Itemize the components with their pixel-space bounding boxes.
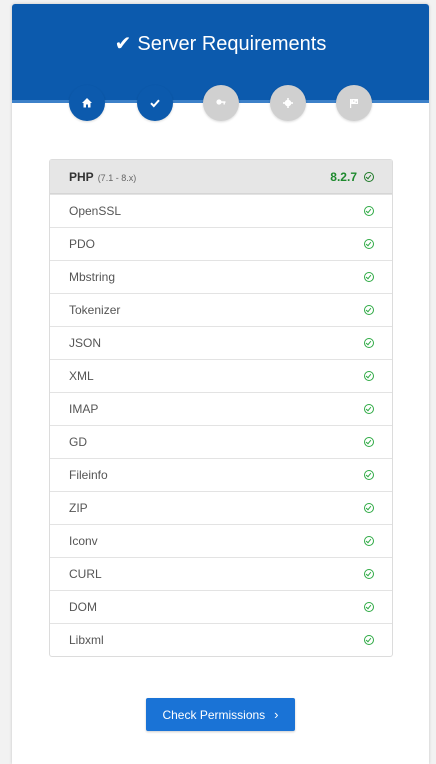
check-circle-icon [364, 171, 374, 182]
step-environment[interactable] [270, 85, 306, 121]
table-row: CURL [50, 557, 392, 590]
php-range: (7.1 - 8.x) [97, 172, 137, 183]
check-icon [150, 99, 160, 108]
extension-name: Tokenizer [69, 303, 121, 317]
table-row: PDO [50, 227, 392, 260]
check-circle-icon [364, 338, 374, 348]
requirements-table: PHP (7.1 - 8.x) 8.2.7 OpenSSL PDO Mbstrin… [49, 159, 393, 657]
gear-icon [283, 98, 293, 108]
extension-name: PDO [69, 237, 96, 251]
home-icon [82, 98, 92, 108]
table-row: Mbstring [50, 260, 392, 293]
step-final[interactable] [336, 85, 372, 121]
extension-name: Mbstring [69, 270, 116, 284]
table-row: ZIP [50, 491, 392, 524]
table-row: Tokenizer [50, 293, 392, 326]
check-circle-icon [364, 272, 374, 282]
extension-name: Libxml [69, 633, 104, 647]
check-circle-icon [364, 437, 374, 447]
installer-card: ✔ Server Requirements PHP (7.1 - 8.x) 8.2.… [12, 4, 429, 764]
extension-name: IMAP [69, 402, 99, 416]
extension-name: CURL [69, 567, 102, 581]
check-circle-icon [364, 206, 374, 216]
check-permissions-label: Check Permissions [162, 707, 266, 722]
table-row: IMAP [50, 392, 392, 425]
check-circle-icon [364, 371, 374, 381]
table-row: Iconv [50, 524, 392, 557]
step-requirements[interactable] [137, 85, 173, 121]
table-row: GD [50, 425, 392, 458]
check-icon: ✔ [114, 33, 132, 55]
extension-name: JSON [69, 336, 102, 350]
check-circle-icon [364, 305, 374, 315]
php-label: PHP [69, 169, 94, 184]
extension-name: OpenSSL [69, 204, 122, 218]
extension-name: GD [69, 435, 87, 449]
table-row: JSON [50, 326, 392, 359]
extension-name: DOM [69, 600, 97, 614]
php-version-status: 8.2.7 [330, 170, 374, 184]
key-icon [216, 99, 226, 105]
page-title: ✔ Server Requirements [12, 31, 429, 56]
check-circle-icon [364, 503, 374, 513]
check-circle-icon [364, 602, 374, 612]
table-row: Fileinfo [50, 458, 392, 491]
check-circle-icon [364, 239, 374, 249]
extension-name: XML [69, 369, 94, 383]
extension-name: Iconv [69, 534, 98, 548]
chevron-right-icon: › [274, 707, 279, 722]
php-row: PHP (7.1 - 8.x) 8.2.7 [50, 160, 392, 194]
flag-icon [350, 99, 358, 108]
table-row: OpenSSL [50, 194, 392, 227]
check-circle-icon [364, 569, 374, 579]
table-row: Libxml [50, 623, 392, 656]
check-circle-icon [364, 404, 374, 414]
php-label-group: PHP (7.1 - 8.x) [69, 170, 136, 184]
check-circle-icon [364, 470, 374, 480]
table-row: DOM [50, 590, 392, 623]
check-permissions-button[interactable]: Check Permissions › [146, 698, 295, 731]
php-version: 8.2.7 [330, 169, 357, 184]
table-row: XML [50, 359, 392, 392]
page-title-text: Server Requirements [137, 33, 327, 55]
step-home[interactable] [69, 85, 105, 121]
step-permissions[interactable] [203, 85, 239, 121]
extension-name: Fileinfo [69, 468, 108, 482]
check-circle-icon [364, 635, 374, 645]
step-indicator [12, 85, 429, 125]
check-circle-icon [364, 536, 374, 546]
extension-name: ZIP [69, 501, 88, 515]
